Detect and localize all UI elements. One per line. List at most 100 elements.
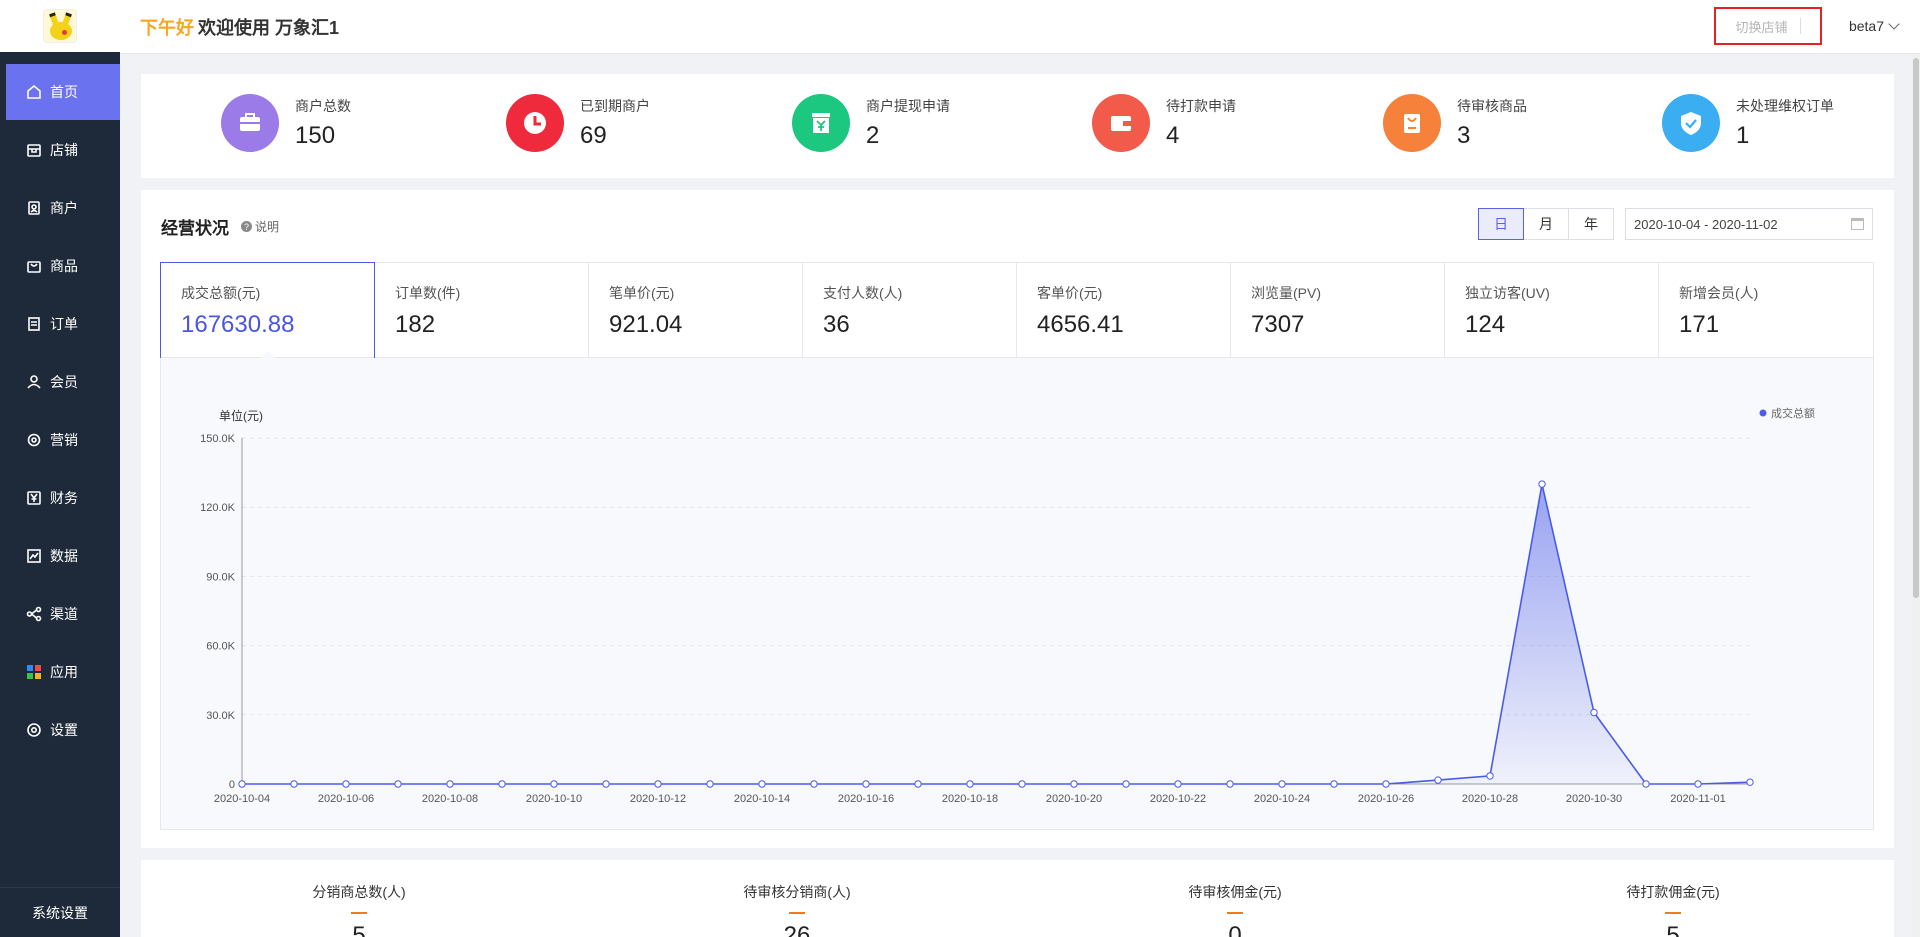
section-title: 经营状况 (161, 219, 229, 238)
metric-gmv[interactable]: 成交总额(元) 167630.88 (160, 262, 375, 371)
sidebar: 首页 店铺 商户 商品 订单 会员 营销 财务 数据 渠道 应用 设置 系统设置 (0, 0, 120, 937)
data-point (550, 780, 558, 788)
data-point (1486, 772, 1494, 780)
data-point (1538, 480, 1546, 488)
dist-pending-distributors[interactable]: 待审核分销商(人) 26 (697, 882, 897, 937)
data-point (290, 780, 298, 788)
metric-payers[interactable]: 支付人数(人) 36 (803, 263, 1017, 359)
dist-pending-commission[interactable]: 待审核佣金(元) 0 (1135, 882, 1335, 937)
sidebar-item-label: 数据 (50, 548, 78, 564)
sidebar-item-product[interactable]: 商品 (6, 238, 120, 294)
stat-unhandled-disputes[interactable]: 未处理维权订单 1 (1662, 94, 1834, 152)
metric-new-members[interactable]: 新增会员(人) 171 (1659, 263, 1873, 359)
y-tick-label: 30.0K (206, 710, 235, 722)
data-point (914, 780, 922, 788)
help-link[interactable]: ? 说明 (241, 218, 279, 235)
period-day-button[interactable]: 日 (1478, 208, 1524, 240)
x-tick-label: 2020-10-16 (838, 793, 894, 805)
briefcase-icon (221, 94, 279, 152)
metric-avg-customer-price[interactable]: 客单价(元) 4656.41 (1017, 263, 1231, 359)
page-greeting: 下午好 欢迎使用 万象汇1 (140, 14, 339, 40)
sidebar-item-label: 首页 (50, 84, 78, 100)
x-tick-label: 2020-10-08 (422, 793, 478, 805)
question-icon: ? (241, 221, 252, 232)
yen-box-icon (792, 94, 850, 152)
metric-label: 浏览量(PV) (1251, 285, 1321, 301)
period-month-button[interactable]: 月 (1523, 208, 1569, 240)
dist-label: 待审核佣金(元) (1188, 884, 1282, 900)
metric-page-views[interactable]: 浏览量(PV) 7307 (1231, 263, 1445, 359)
sidebar-item-data[interactable]: 数据 (6, 528, 120, 584)
sidebar-item-home[interactable]: 首页 (6, 64, 120, 120)
page-scrollbar[interactable] (1912, 54, 1920, 937)
metric-value: 4656.41 (1037, 311, 1124, 338)
data-point (1330, 780, 1338, 788)
stat-withdraw-requests[interactable]: 商户提现申请 2 (792, 94, 950, 152)
sidebar-item-label: 商户 (50, 200, 78, 216)
metrics-row: 成交总额(元) 167630.88 订单数(件) 182 笔单价(元) 921.… (160, 262, 1874, 371)
metric-avg-order-price[interactable]: 笔单价(元) 921.04 (589, 263, 803, 359)
switch-shop-button[interactable]: 切换店铺 (1714, 7, 1822, 45)
sidebar-item-label: 应用 (50, 664, 78, 680)
brand-logo[interactable] (43, 9, 77, 43)
user-name: beta7 (1848, 18, 1884, 34)
sidebar-item-merchant[interactable]: 商户 (6, 180, 120, 236)
dist-unpaid-commission[interactable]: 待打款佣金(元) 5 (1573, 882, 1773, 937)
x-tick-label: 2020-10-22 (1150, 793, 1206, 805)
dist-accent (1665, 912, 1681, 914)
sidebar-item-order[interactable]: 订单 (6, 296, 120, 352)
settings-gear-icon (27, 723, 41, 737)
stat-merchants-total[interactable]: 商户总数 150 (221, 94, 351, 152)
sidebar-item-finance[interactable]: 财务 (6, 470, 120, 526)
stat-pending-payments[interactable]: 待打款申请 4 (1092, 94, 1236, 152)
data-point (446, 780, 454, 788)
date-range-value: 2020-10-04 - 2020-11-02 (1634, 216, 1778, 232)
sidebar-item-member[interactable]: 会员 (6, 354, 120, 410)
help-label: 说明 (255, 220, 280, 234)
period-switch: 日 月 年 (1478, 208, 1614, 240)
data-point (602, 780, 610, 788)
stat-pending-review-products[interactable]: 待审核商品 3 (1383, 94, 1527, 152)
greeting-welcome: 欢迎使用 万象汇1 (198, 17, 340, 38)
stat-label: 待审核商品 (1457, 98, 1527, 114)
dist-distributors-total[interactable]: 分销商总数(人) 5 (259, 882, 459, 937)
overview-stats: 商户总数 150 已到期商户 69 商户提现申请 2 待打款申请 4 待审核商品 3 未处… (141, 74, 1894, 178)
sidebar-item-apps[interactable]: 应用 (6, 644, 120, 700)
metric-label: 订单数(件) (395, 285, 461, 301)
order-doc-icon (28, 317, 40, 331)
data-point (862, 780, 870, 788)
sidebar-item-marketing[interactable]: 营销 (6, 412, 120, 468)
x-tick-label: 2020-10-12 (630, 793, 686, 805)
stat-value: 1 (1736, 122, 1750, 149)
metric-orders[interactable]: 订单数(件) 182 (375, 263, 589, 359)
metric-label: 成交总额(元) (181, 285, 261, 301)
x-tick-label: 2020-10-20 (1046, 793, 1102, 805)
system-settings-button[interactable]: 系统设置 (0, 887, 120, 937)
data-point (342, 780, 350, 788)
data-point (1122, 780, 1130, 788)
sidebar-nav: 首页 店铺 商户 商品 订单 会员 营销 财务 数据 渠道 应用 设置 (0, 64, 120, 758)
sidebar-item-settings[interactable]: 设置 (6, 702, 120, 758)
sidebar-item-shop[interactable]: 店铺 (6, 122, 120, 178)
metric-unique-visitors[interactable]: 独立访客(UV) 124 (1445, 263, 1659, 359)
stat-expired-merchants[interactable]: 已到期商户 69 (506, 94, 650, 152)
stat-value: 69 (580, 122, 607, 149)
product-bag-icon (27, 261, 41, 273)
data-point (1642, 780, 1650, 788)
period-year-button[interactable]: 年 (1568, 208, 1614, 240)
legend-label[interactable]: 成交总额 (1771, 406, 1815, 420)
sidebar-item-label: 设置 (50, 722, 78, 738)
gmv-chart-svg: 单位(元) 成交总额 030.0K60.0K90.0K120.0K150.0K … (200, 406, 1815, 805)
y-tick-label: 90.0K (206, 571, 235, 583)
date-range-picker[interactable]: 2020-10-04 - 2020-11-02 (1625, 208, 1873, 240)
user-menu[interactable]: beta7 (1848, 18, 1900, 34)
sidebar-item-channel[interactable]: 渠道 (6, 586, 120, 642)
data-point (238, 780, 246, 788)
data-point (1434, 776, 1442, 784)
top-header: 下午好 欢迎使用 万象汇1 切换店铺 beta7 (120, 0, 1920, 54)
metric-label: 笔单价(元) (609, 285, 675, 301)
data-point (810, 780, 818, 788)
x-tick-label: 2020-10-28 (1462, 793, 1518, 805)
merchant-icon (28, 201, 40, 215)
metric-value: 124 (1465, 311, 1506, 338)
